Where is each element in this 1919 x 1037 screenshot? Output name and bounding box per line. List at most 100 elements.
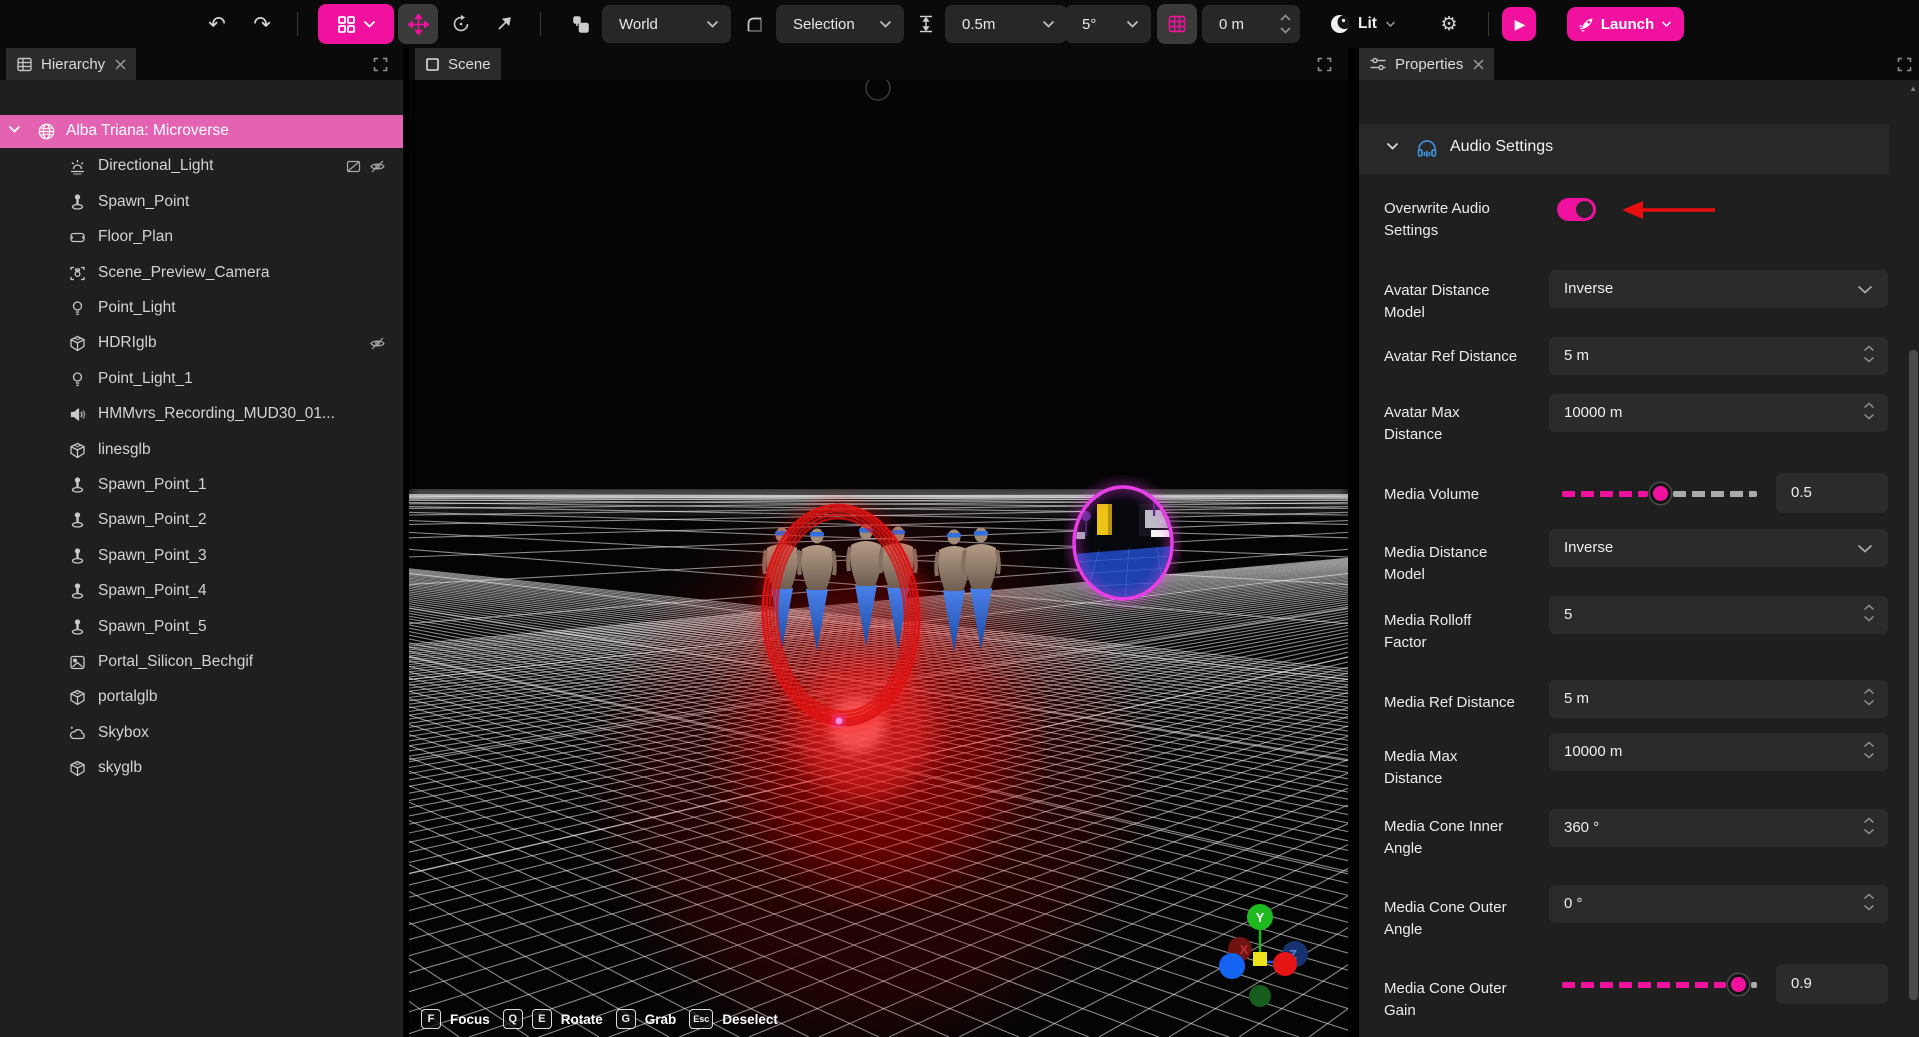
chevron-down-icon [1126, 20, 1139, 28]
hierarchy-item-spawn-point-1[interactable]: Spawn_Point_1 [0, 469, 403, 502]
chevron-down-icon[interactable] [8, 125, 21, 138]
hierarchy-item-linesglb[interactable]: linesglb [0, 434, 403, 467]
pivot-mode-dropdown[interactable]: Selection [776, 5, 904, 43]
stepper-avatar-max-distance[interactable]: 10000 m [1549, 394, 1888, 432]
hierarchy-item-spawn-point-5[interactable]: Spawn_Point_5 [0, 611, 403, 644]
lit-sphere-icon [1329, 13, 1351, 35]
frame-slash-icon[interactable] [345, 158, 362, 175]
tab-scene[interactable]: Scene [415, 48, 501, 80]
grid-menu-icon [337, 15, 356, 34]
undo-button[interactable]: ↶ [200, 0, 234, 48]
move-snap-value: 0.5m [962, 16, 995, 33]
slider-media-cone-outer-gain[interactable] [1562, 974, 1757, 996]
hierarchy-tabbar: Hierarchy [0, 48, 403, 80]
hierarchy-item-label: Point_Light [98, 299, 176, 317]
keycap-label: Deselect [722, 1012, 778, 1027]
play-button[interactable]: ▶ [1502, 7, 1536, 41]
prop-label-avatar-ref-distance: Avatar Ref Distance [1384, 346, 1554, 368]
scrollbar-thumb[interactable] [1909, 350, 1918, 1000]
keycap-label: Grab [645, 1012, 677, 1027]
audio-clip-icon [68, 405, 87, 424]
prop-label-media-rolloff-factor: Media RolloffFactor [1384, 610, 1554, 654]
stepper-arrows-icon[interactable] [1863, 402, 1875, 420]
hierarchy-item-portalglb[interactable]: portalglb [0, 681, 403, 714]
keycap-label: Focus [450, 1012, 490, 1027]
hierarchy-item-spawn-point-2[interactable]: Spawn_Point_2 [0, 504, 403, 537]
move-snap-dropdown[interactable]: 0.5m [945, 5, 1067, 43]
chevron-down-icon [1857, 285, 1873, 294]
value-media-cone-outer-gain[interactable]: 0.9 [1776, 964, 1888, 1004]
hierarchy-item-hdriglb[interactable]: HDRIglb [0, 327, 403, 360]
eye-slash-icon[interactable] [369, 158, 386, 175]
scene-viewport[interactable]: ZXY FFocusQERotateGGrabEscDeselect [409, 80, 1348, 1037]
grid-snap-button[interactable] [1157, 4, 1197, 44]
value-media-volume[interactable]: 0.5 [1776, 473, 1888, 513]
hierarchy-item-point-light-1[interactable]: Point_Light_1 [0, 363, 403, 396]
grid-menu-button[interactable] [318, 4, 394, 44]
slider-knob[interactable] [1728, 974, 1749, 995]
slider-media-volume[interactable] [1562, 483, 1757, 505]
hierarchy-item-point-light[interactable]: Point_Light [0, 292, 403, 325]
stepper-media-max-distance[interactable]: 10000 m [1549, 733, 1888, 771]
stepper-media-cone-outer-angle[interactable]: 0 ° [1549, 885, 1888, 923]
hierarchy-expand-icon[interactable] [373, 57, 388, 72]
eye-slash-icon[interactable] [369, 335, 386, 352]
stepper-arrows-icon[interactable] [1863, 345, 1875, 363]
stepper-arrows-icon[interactable] [1863, 604, 1875, 622]
stepper-arrows-icon[interactable] [1863, 741, 1875, 759]
rocket-icon [1578, 16, 1595, 33]
rotate-snap-dropdown[interactable]: 5° [1065, 5, 1151, 43]
slider-knob[interactable] [1650, 483, 1671, 504]
scene-expand-icon[interactable] [1317, 57, 1332, 72]
stepper-media-cone-inner-angle[interactable]: 360 ° [1549, 809, 1888, 847]
corner-radius-button[interactable] [740, 0, 768, 48]
height-snap-stepper[interactable]: 0 m [1202, 5, 1300, 43]
transform-space-dropdown[interactable]: World [602, 5, 731, 43]
stepper-arrows-icon[interactable] [1863, 688, 1875, 706]
vertical-align-icon [917, 14, 935, 34]
close-icon[interactable] [1473, 59, 1484, 70]
model-icon [68, 759, 87, 778]
section-audio-settings[interactable]: Audio Settings [1359, 124, 1889, 174]
launch-button[interactable]: Launch [1567, 7, 1684, 41]
hierarchy-item-directional-light[interactable]: Directional_Light [0, 150, 403, 183]
stepper-media-ref-distance[interactable]: 5 m [1549, 680, 1888, 718]
hierarchy-item-alba-triana-microverse[interactable]: Alba Triana: Microverse [0, 115, 403, 148]
hierarchy-item-scene-preview-camera[interactable]: Scene_Preview_Camera [0, 257, 403, 290]
properties-scrollbar[interactable] [1909, 82, 1918, 1035]
scale-tool-button[interactable] [488, 0, 518, 48]
rotate-tool-button[interactable] [446, 0, 476, 48]
hierarchy-item-skyglb[interactable]: skyglb [0, 752, 403, 785]
redo-button[interactable]: ↷ [245, 0, 279, 48]
properties-panel: Properties Audio SettingsOverwrite Audio… [1359, 48, 1919, 1037]
hierarchy-item-floor-plan[interactable]: Floor_Plan [0, 221, 403, 254]
keycap-e: E [532, 1009, 552, 1029]
prop-label-media-cone-outer-gain: Media Cone OuterGain [1384, 978, 1554, 1022]
tab-hierarchy[interactable]: Hierarchy [6, 48, 136, 80]
hierarchy-item-skybox[interactable]: Skybox [0, 717, 403, 750]
stepper-avatar-ref-distance[interactable]: 5 m [1549, 337, 1888, 375]
reparent-button[interactable] [564, 0, 598, 48]
dropdown-media-distance-model[interactable]: Inverse [1549, 529, 1888, 567]
hierarchy-item-spawn-point[interactable]: Spawn_Point [0, 186, 403, 219]
stepper-arrows-icon[interactable] [1863, 893, 1875, 911]
hierarchy-item-label: Scene_Preview_Camera [98, 264, 269, 282]
stepper-media-rolloff-factor[interactable]: 5 [1549, 596, 1888, 634]
stepper-arrows-icon[interactable] [1863, 817, 1875, 835]
hierarchy-item-hmmvrs-recording-mud30-01[interactable]: HMMvrs_Recording_MUD30_01... [0, 398, 403, 431]
hierarchy-item-spawn-point-4[interactable]: Spawn_Point_4 [0, 575, 403, 608]
properties-expand-icon[interactable] [1897, 57, 1912, 72]
shading-mode-button[interactable]: Lit [1320, 0, 1406, 48]
prop-label-media-cone-inner-angle: Media Cone InnerAngle [1384, 816, 1554, 860]
toggle-overwrite-audio-settings[interactable] [1557, 198, 1596, 221]
dropdown-avatar-distance-model[interactable]: Inverse [1549, 270, 1888, 308]
hierarchy-item-portal-silicon-bechgif[interactable]: Portal_Silicon_Bechgif [0, 646, 403, 679]
move-tool-button[interactable] [398, 4, 438, 44]
settings-button[interactable]: ⚙ [1434, 0, 1464, 48]
grid-snap-icon [1167, 14, 1187, 34]
close-icon[interactable] [115, 59, 126, 70]
floor-plan-icon [68, 228, 87, 247]
hierarchy-item-spawn-point-3[interactable]: Spawn_Point_3 [0, 540, 403, 573]
tab-properties[interactable]: Properties [1359, 48, 1494, 80]
vertical-align-button[interactable] [912, 0, 940, 48]
